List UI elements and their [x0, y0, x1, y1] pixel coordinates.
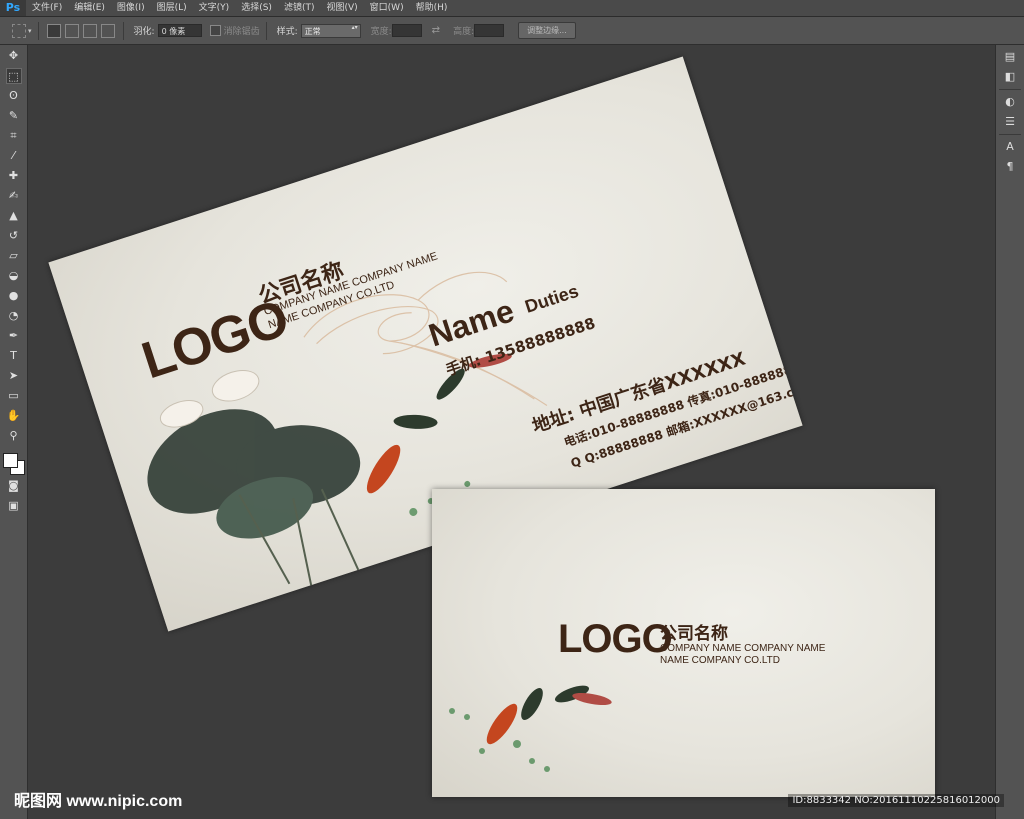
screen-mode-icon[interactable]: ▣: [6, 498, 22, 514]
refine-edge-button[interactable]: 调整边缘...: [518, 22, 576, 39]
menu-layer[interactable]: 图层(L): [151, 0, 193, 16]
feather-label: 羽化:: [133, 27, 155, 37]
menu-select[interactable]: 选择(S): [235, 0, 278, 16]
eyedropper-tool-icon[interactable]: ⁄: [6, 148, 22, 164]
width-input[interactable]: [391, 24, 422, 37]
menu-image[interactable]: 图像(I): [111, 0, 151, 16]
foreground-color[interactable]: [2, 453, 18, 468]
feather-input[interactable]: 0 像素: [157, 24, 202, 37]
intersect-selection-icon[interactable]: [100, 23, 115, 38]
new-selection-icon[interactable]: [46, 23, 61, 38]
type-tool-icon[interactable]: T: [6, 348, 22, 364]
antialias-checkbox[interactable]: [209, 25, 221, 36]
adjustments-panel-icon[interactable]: ◐: [1002, 94, 1018, 110]
business-card-back: LOGO 公司名称 COMPANY NAME COMPANY NAME NAME…: [432, 489, 935, 797]
photoshop-logo: Ps: [0, 0, 26, 16]
blur-tool-icon[interactable]: ●: [6, 288, 22, 304]
divider: [37, 21, 39, 40]
subtract-selection-icon[interactable]: [82, 23, 97, 38]
menu-help[interactable]: 帮助(H): [410, 0, 454, 16]
style-label: 样式:: [276, 27, 298, 37]
rectangle-tool-icon[interactable]: ▭: [6, 388, 22, 404]
quick-mask-icon[interactable]: ◙: [6, 478, 22, 494]
history-panel-icon[interactable]: ▤: [1002, 49, 1018, 65]
swap-icon[interactable]: ⇄: [432, 25, 440, 36]
properties-panel-icon[interactable]: ☰: [1002, 114, 1018, 130]
quick-selection-tool-icon[interactable]: ✎: [6, 108, 22, 124]
crop-tool-icon[interactable]: ⌗: [6, 128, 22, 144]
color-swatches[interactable]: [2, 448, 26, 475]
brush-tool-icon[interactable]: ✍: [6, 188, 22, 204]
layers-panel-icon[interactable]: ◧: [1002, 69, 1018, 85]
menu-edit[interactable]: 编辑(E): [68, 0, 111, 16]
menu-window[interactable]: 窗口(W): [364, 0, 410, 16]
healing-brush-tool-icon[interactable]: ✚: [6, 168, 22, 184]
divider: [999, 134, 1021, 135]
pen-tool-icon[interactable]: ✒: [6, 328, 22, 344]
image-id-label: ID:8833342 NO:20161110225816012000: [788, 794, 1004, 807]
height-input[interactable]: [474, 24, 505, 37]
menu-file[interactable]: 文件(F): [26, 0, 68, 16]
company-name-en-line1: COMPANY NAME COMPANY NAME: [660, 643, 826, 654]
site-watermark: 昵图网 www.nipic.com: [14, 793, 183, 810]
character-panel-icon[interactable]: A: [1002, 139, 1018, 155]
style-select[interactable]: 正常: [300, 23, 361, 38]
lasso-tool-icon[interactable]: ʘ: [6, 88, 22, 104]
marquee-tool-icon[interactable]: ⬚: [5, 68, 22, 84]
options-bar: ▾ 羽化: 0 像素 消除锯齿 样式: 正常 宽度: ⇄ 高度: 调整边缘...: [0, 17, 1024, 45]
path-selection-tool-icon[interactable]: ➤: [6, 368, 22, 384]
height-label: 高度:: [453, 27, 475, 37]
menu-view[interactable]: 视图(V): [320, 0, 363, 16]
company-name-cn: 公司名称: [660, 624, 728, 644]
dodge-tool-icon[interactable]: ◔: [6, 308, 22, 324]
toolbox: ✥ ⬚ ʘ ✎ ⌗ ⁄ ✚ ✍ ▲ ↺ ▱ ◒ ● ◔ ✒ T ➤ ▭ ✋ ⚲ …: [0, 45, 28, 819]
divider: [122, 21, 124, 40]
add-to-selection-icon[interactable]: [64, 23, 79, 38]
marquee-preset-icon[interactable]: [12, 23, 26, 38]
chevron-down-icon[interactable]: ▾: [28, 27, 32, 35]
width-label: 宽度:: [370, 27, 392, 37]
company-name-en-line2: NAME COMPANY CO.LTD: [660, 655, 781, 666]
antialias-label: 消除锯齿: [223, 27, 260, 37]
right-panel-dock: ▤ ◧ ◐ ☰ A ¶: [995, 45, 1024, 819]
move-tool-icon[interactable]: ✥: [6, 48, 22, 64]
paint-bucket-tool-icon[interactable]: ◒: [6, 268, 22, 284]
paragraph-panel-icon[interactable]: ¶: [1002, 159, 1018, 175]
history-brush-tool-icon[interactable]: ↺: [6, 228, 22, 244]
eraser-tool-icon[interactable]: ▱: [6, 248, 22, 264]
logo: LOGO: [558, 617, 673, 661]
zoom-tool-icon[interactable]: ⚲: [6, 428, 22, 444]
hand-tool-icon[interactable]: ✋: [6, 408, 22, 424]
divider: [265, 21, 267, 40]
menu-bar: Ps 文件(F) 编辑(E) 图像(I) 图层(L) 文字(Y) 选择(S) 滤…: [0, 0, 1024, 17]
divider: [999, 89, 1021, 90]
menu-filter[interactable]: 滤镜(T): [278, 0, 321, 16]
menu-type[interactable]: 文字(Y): [193, 0, 236, 16]
clone-stamp-tool-icon[interactable]: ▲: [6, 208, 22, 224]
